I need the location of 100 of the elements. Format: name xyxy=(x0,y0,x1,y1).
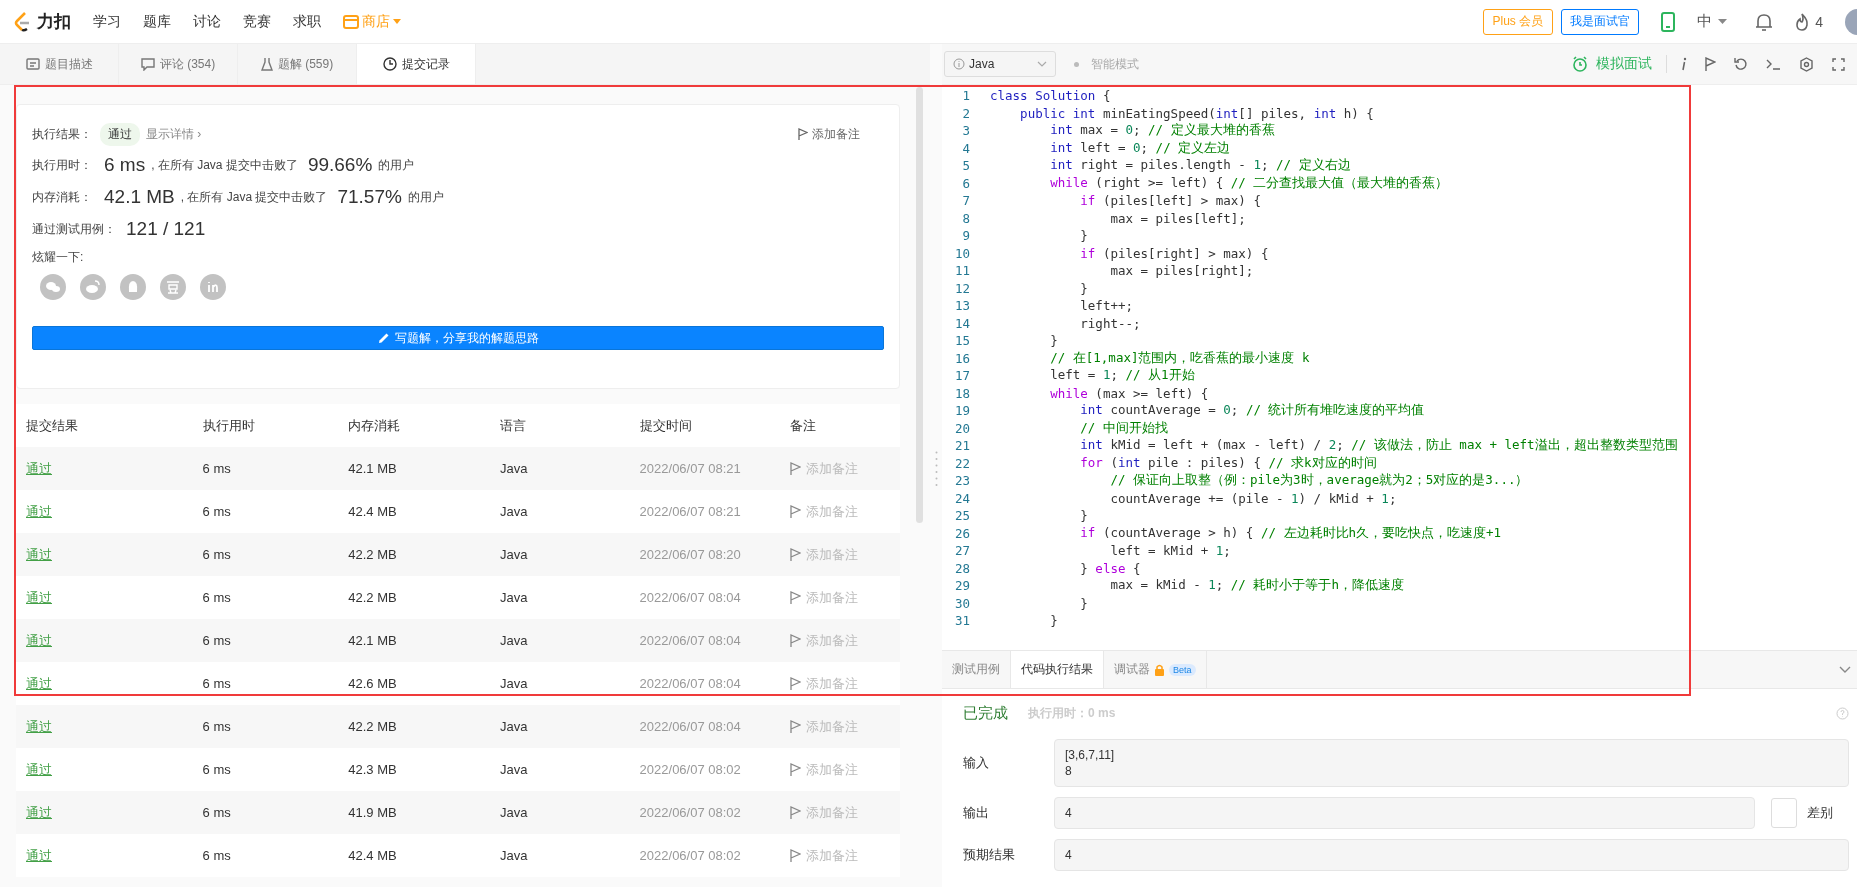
bell-icon[interactable] xyxy=(1755,11,1774,32)
info-icon[interactable] xyxy=(1681,57,1687,71)
diff-toggle[interactable] xyxy=(1771,798,1797,828)
panel-tab[interactable]: 评论 (354) xyxy=(119,44,238,84)
language-select[interactable]: Java xyxy=(944,51,1056,77)
table-cell-text: Java xyxy=(498,547,529,562)
table-cell-text: 2022/06/07 08:04 xyxy=(638,719,742,734)
bean-glyph-icon[interactable] xyxy=(160,274,186,300)
add-note-link[interactable]: 添加备注 xyxy=(780,459,900,478)
phone-icon[interactable] xyxy=(1661,11,1676,32)
result-link[interactable]: 通过 xyxy=(16,459,193,478)
line-number: 26 xyxy=(953,525,971,541)
table-cell-text: Java xyxy=(498,848,529,863)
add-note-link[interactable]: 添加备注 xyxy=(798,125,860,143)
result-link[interactable]: 通过 xyxy=(16,803,193,822)
comment-icon xyxy=(140,57,155,71)
mock-interview-link[interactable]: 模拟面试 xyxy=(1572,55,1652,73)
nav-link[interactable]: 竞赛 xyxy=(243,12,271,31)
line-number: 9 xyxy=(961,228,971,244)
chat-bubbles-icon[interactable] xyxy=(40,274,66,300)
result-link[interactable]: 通过 xyxy=(16,717,193,736)
plus-member-button[interactable]: Plus 会员 xyxy=(1482,8,1554,35)
interviewer-button[interactable]: 我是面试官 xyxy=(1561,8,1640,35)
code-line: int kMid = left + (max - left) / 2; // 该做法，防止 max + left溢出，超出整数类型范围 xyxy=(1079,437,1678,455)
stat-text: , 在所有 Java 提交中击败了 xyxy=(180,188,328,206)
code-line: } xyxy=(1079,280,1088,296)
table-cell-text: 42.6 MB xyxy=(347,676,398,691)
penguin-icon[interactable] xyxy=(120,274,146,300)
table-cell-text: 2022/06/07 08:20 xyxy=(638,547,742,562)
reset-icon[interactable] xyxy=(1734,57,1748,71)
result-link[interactable]: 通过 xyxy=(16,545,193,564)
code-line: while (max >= left) { xyxy=(1049,385,1209,401)
scrollbar-thumb[interactable] xyxy=(916,87,923,523)
flag-icon xyxy=(790,720,802,733)
line-number: 13 xyxy=(953,298,971,314)
fullscreen-icon[interactable] xyxy=(1832,57,1845,71)
swirl-icon[interactable] xyxy=(80,274,106,300)
result-link[interactable]: 通过 xyxy=(16,674,193,693)
line-number: 29 xyxy=(953,578,971,594)
terminal-icon[interactable] xyxy=(1766,58,1781,70)
line-number: 27 xyxy=(953,543,971,559)
table-cell-text: 42.4 MB xyxy=(347,848,398,863)
column-header: 内存消耗 xyxy=(347,416,402,435)
nav-link[interactable]: 讨论 xyxy=(193,12,221,31)
table-cell-text: Java xyxy=(498,504,529,519)
nav-link[interactable]: 题库 xyxy=(143,12,171,31)
add-note-link[interactable]: 添加备注 xyxy=(780,545,900,564)
console-tab[interactable]: 调试器 Beta xyxy=(1104,651,1207,688)
console-tab[interactable]: 代码执行结果 xyxy=(1011,651,1104,688)
add-note-link[interactable]: 添加备注 xyxy=(780,674,900,693)
result-link[interactable]: 通过 xyxy=(16,502,193,521)
table-cell-text: 6 ms xyxy=(201,633,232,648)
add-note-link[interactable]: 添加备注 xyxy=(780,803,900,822)
table-cell-text: 6 ms xyxy=(201,504,232,519)
shop-link[interactable]: 商店 xyxy=(343,12,401,31)
clock-icon xyxy=(382,57,397,71)
alarm-clock-icon xyxy=(1572,56,1588,72)
result-link[interactable]: 通过 xyxy=(16,760,193,779)
stat-text: 的用户 xyxy=(378,156,415,174)
table-cell-text: 2022/06/07 08:21 xyxy=(638,461,742,476)
add-note-link[interactable]: 添加备注 xyxy=(780,846,900,865)
panel-tab[interactable]: 题目描述 xyxy=(0,44,119,84)
details-link[interactable]: 显示详情 › xyxy=(146,125,202,143)
add-note-link[interactable]: 添加备注 xyxy=(780,588,900,607)
add-note-link[interactable]: 添加备注 xyxy=(780,717,900,736)
caret-icon[interactable] xyxy=(1718,19,1728,24)
add-note-link[interactable]: 添加备注 xyxy=(780,760,900,779)
code-line: while (right >= left) { // 二分查找最大值（最大堆的香蕉） xyxy=(1049,174,1449,192)
nav-link[interactable]: 求职 xyxy=(293,12,321,31)
stat-percent: 71.57% xyxy=(337,186,402,208)
column-header: 提交时间 xyxy=(638,416,693,435)
language-label[interactable]: 中 xyxy=(1697,12,1713,31)
code-line: if (piles[right] > max) { xyxy=(1079,245,1269,261)
output-box: 4 xyxy=(1054,839,1849,871)
flame-icon[interactable] xyxy=(1795,12,1810,31)
nav-link[interactable]: 学习 xyxy=(93,12,121,31)
result-link[interactable]: 通过 xyxy=(16,631,193,650)
code-line: } xyxy=(1049,613,1058,629)
flag-icon[interactable] xyxy=(1705,57,1716,71)
code-line: for (int pile : piles) { // 求k对应的时间 xyxy=(1079,454,1377,472)
code-line: max = piles[left]; xyxy=(1109,210,1246,226)
code-line: // 在[1,max]范围内，吃香蕉的最小速度 k xyxy=(1049,349,1310,367)
in-glyph-icon[interactable] xyxy=(200,274,226,300)
flag-icon xyxy=(790,763,802,776)
code-line: int max = 0; // 定义最大堆的香蕉 xyxy=(1049,122,1275,140)
result-link[interactable]: 通过 xyxy=(16,588,193,607)
chevron-down-icon[interactable] xyxy=(1839,666,1851,673)
logo-icon[interactable] xyxy=(14,11,32,32)
add-note-link[interactable]: 添加备注 xyxy=(780,631,900,650)
table-cell-text: 2022/06/07 08:04 xyxy=(638,590,742,605)
result-link[interactable]: 通过 xyxy=(16,846,193,865)
add-note-link[interactable]: 添加备注 xyxy=(780,502,900,521)
logo-text[interactable]: 力扣 xyxy=(37,10,71,33)
write-solution-button[interactable]: 写题解，分享我的解题思路 xyxy=(32,326,884,350)
panel-tab[interactable]: 提交记录 xyxy=(357,44,476,84)
line-number: 12 xyxy=(953,280,971,296)
line-number: 24 xyxy=(953,490,971,506)
smart-mode-toggle[interactable]: 智能模式 xyxy=(1091,55,1139,73)
code-line: } xyxy=(1079,508,1088,524)
settings-icon[interactable] xyxy=(1799,56,1814,72)
